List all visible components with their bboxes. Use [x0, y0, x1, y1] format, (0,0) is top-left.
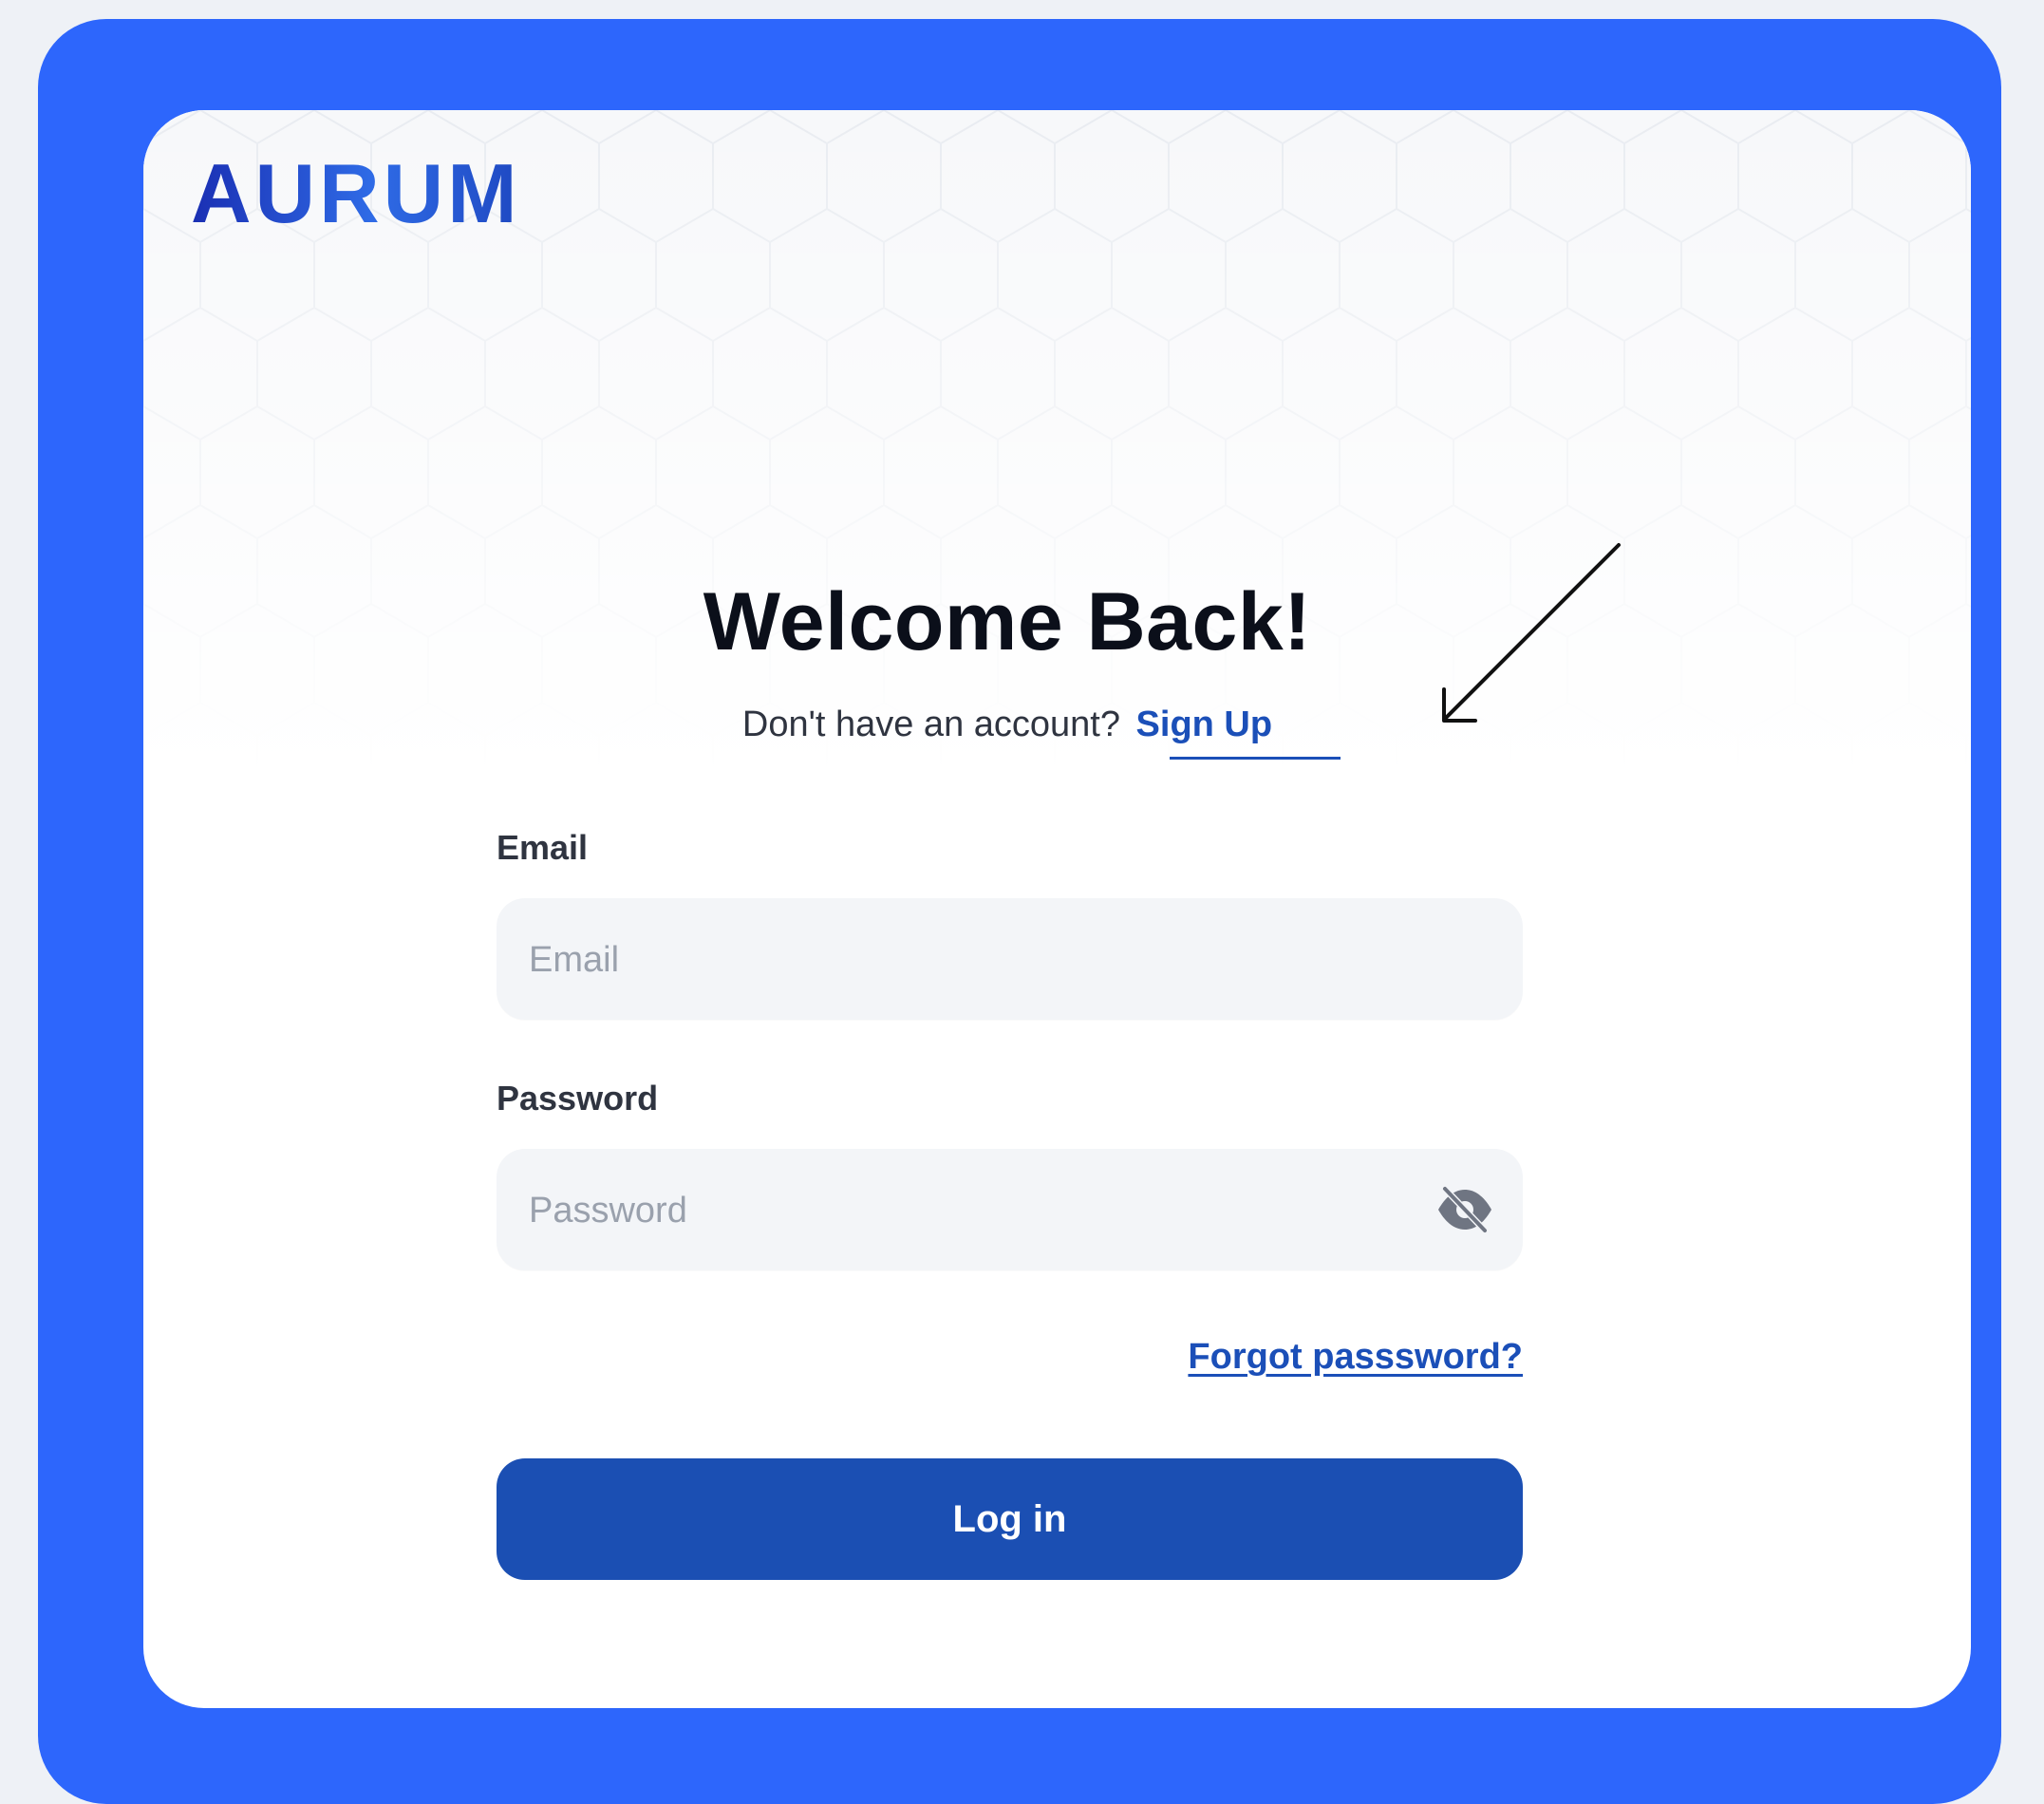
svg-text:AURUM: AURUM: [191, 150, 521, 235]
password-field-container: [497, 1149, 1523, 1272]
email-label: Email: [497, 828, 589, 867]
signup-prompt-row: Don't have an account? Sign Up: [143, 705, 1871, 745]
forgot-password-link[interactable]: Forgot passsword?: [1188, 1337, 1523, 1378]
aurum-logo: AURUM: [191, 150, 521, 235]
login-form: Email Password Forgot passsword? Log in: [497, 824, 1523, 1580]
login-button[interactable]: Log in: [497, 1458, 1523, 1580]
password-input[interactable]: [527, 1149, 1423, 1272]
signup-prompt-text: Don't have an account?: [741, 705, 1120, 744]
signup-link[interactable]: Sign Up: [1136, 705, 1273, 744]
eye-off-icon[interactable]: [1435, 1185, 1494, 1234]
signup-underline: [1170, 757, 1341, 760]
page-title: Welcome Back!: [703, 576, 1312, 667]
email-field-container: [497, 898, 1523, 1022]
password-label: Password: [497, 1079, 659, 1118]
email-input[interactable]: [527, 898, 1423, 1022]
login-card: AURUM Welcome Back! Don't have an accoun…: [143, 110, 1971, 1708]
page-frame: AURUM Welcome Back! Don't have an accoun…: [38, 19, 2001, 1804]
